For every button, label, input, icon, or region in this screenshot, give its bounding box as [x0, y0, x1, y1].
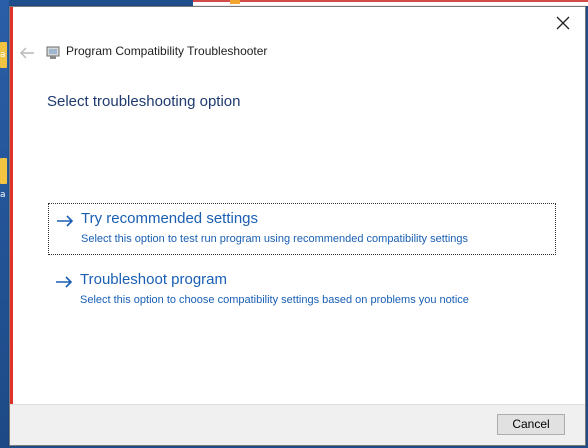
try-recommended-settings-option[interactable]: Try recommended settings Select this opt… — [48, 203, 556, 255]
desktop-icon-label: a — [0, 190, 6, 200]
cancel-button[interactable]: Cancel — [497, 414, 565, 435]
option-title: Troubleshoot program — [80, 271, 228, 288]
desktop-background: a a — [0, 0, 9, 448]
desktop-folder-icon[interactable] — [0, 158, 7, 184]
back-arrow-icon — [20, 47, 34, 59]
option-description: Select this option to test run program u… — [81, 233, 469, 245]
page-heading: Select troubleshooting option — [47, 93, 241, 110]
troubleshooter-window: Program Compatibility Troubleshooter Sel… — [9, 6, 586, 446]
arrow-right-icon — [56, 276, 73, 288]
background-window-tab — [230, 0, 240, 4]
option-title: Try recommended settings — [81, 210, 259, 227]
close-button[interactable] — [555, 15, 571, 31]
arrow-right-icon — [57, 215, 74, 227]
troubleshoot-program-option[interactable]: Troubleshoot program Select this option … — [48, 265, 556, 317]
window-left-edge — [10, 7, 13, 445]
troubleshooter-icon — [46, 45, 60, 59]
background-window-border — [193, 0, 588, 2]
option-description: Select this option to choose compatibili… — [80, 294, 469, 306]
desktop-icon-label: a — [0, 50, 6, 60]
dialog-footer: Cancel — [10, 404, 585, 445]
window-title: Program Compatibility Troubleshooter — [66, 44, 268, 58]
back-button[interactable] — [18, 45, 36, 59]
close-icon — [556, 16, 570, 30]
